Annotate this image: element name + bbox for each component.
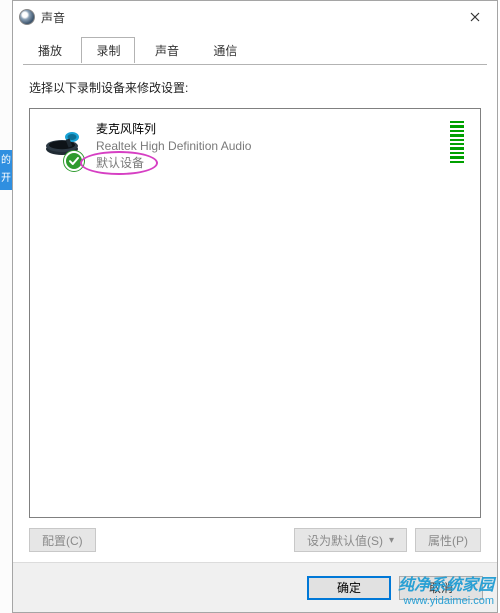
device-item[interactable]: 麦克风阵列 Realtek High Definition Audio 默认设备 bbox=[36, 117, 474, 175]
window-title: 声音 bbox=[41, 9, 453, 26]
instruction-text: 选择以下录制设备来修改设置: bbox=[29, 79, 481, 96]
device-status: 默认设备 bbox=[96, 155, 144, 172]
device-name: 麦克风阵列 bbox=[96, 121, 442, 138]
dialog-action-row: 确定 取消 bbox=[13, 562, 497, 612]
tab-recording[interactable]: 录制 bbox=[81, 37, 135, 63]
ok-button[interactable]: 确定 bbox=[307, 576, 391, 600]
device-text: 麦克风阵列 Realtek High Definition Audio 默认设备 bbox=[96, 121, 442, 171]
background-window-sliver: 的 开 bbox=[0, 0, 12, 613]
titlebar: 声音 bbox=[13, 1, 497, 33]
cancel-button[interactable]: 取消 bbox=[399, 576, 483, 600]
tab-client-area: 选择以下录制设备来修改设置: bbox=[13, 65, 497, 562]
level-meter bbox=[450, 121, 464, 163]
device-list[interactable]: 麦克风阵列 Realtek High Definition Audio 默认设备 bbox=[29, 108, 481, 518]
device-action-row: 配置(C) 设为默认值(S) 属性(P) bbox=[29, 528, 481, 552]
device-status-text: 默认设备 bbox=[96, 156, 144, 170]
properties-button: 属性(P) bbox=[415, 528, 481, 552]
configure-button: 配置(C) bbox=[29, 528, 96, 552]
sound-dialog: 声音 播放 录制 声音 通信 选择以下录制设备来修改设置: bbox=[12, 0, 498, 613]
close-icon bbox=[470, 12, 480, 22]
default-check-badge bbox=[64, 151, 84, 171]
background-selected-row: 的 开 bbox=[0, 150, 12, 190]
device-driver: Realtek High Definition Audio bbox=[96, 138, 442, 155]
tabstrip: 播放 录制 声音 通信 bbox=[23, 37, 487, 65]
set-default-button: 设为默认值(S) bbox=[294, 528, 407, 552]
app-icon bbox=[19, 9, 35, 25]
device-icon-wrap bbox=[42, 121, 86, 165]
tab-playback[interactable]: 播放 bbox=[23, 37, 77, 63]
close-button[interactable] bbox=[453, 2, 497, 32]
tab-communications[interactable]: 通信 bbox=[198, 37, 252, 63]
tab-sounds[interactable]: 声音 bbox=[140, 37, 194, 63]
